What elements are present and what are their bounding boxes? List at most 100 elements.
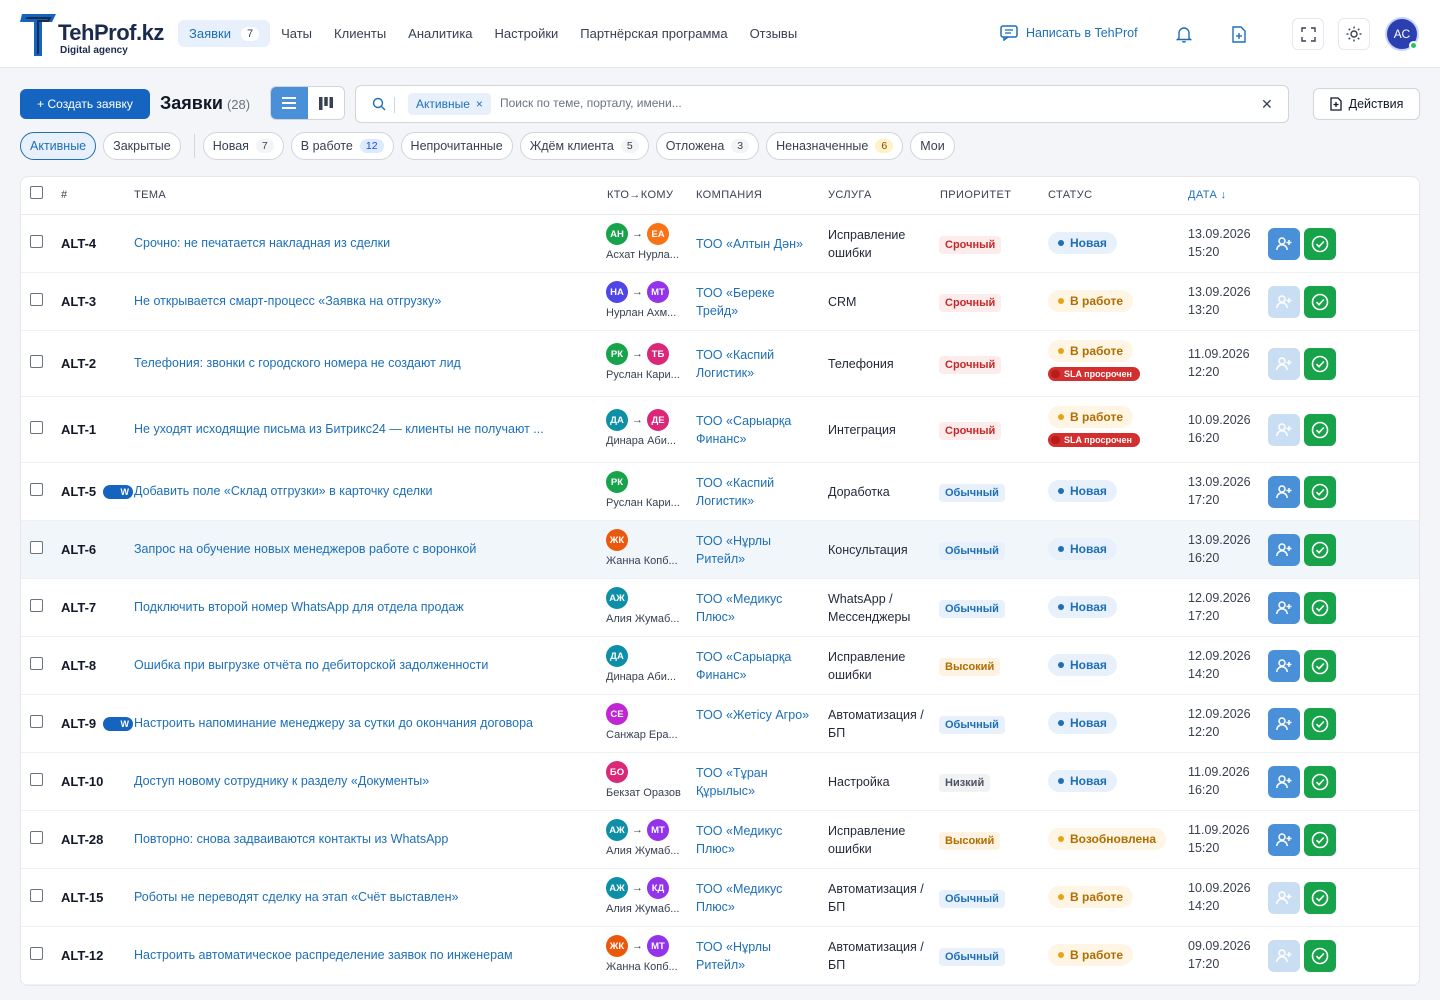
complete-button[interactable] xyxy=(1304,286,1336,318)
ticket-subject-link[interactable]: Телефония: звонки с городского номера не… xyxy=(134,356,461,370)
ticket-subject-link[interactable]: Настроить автоматическое распределение з… xyxy=(134,948,513,962)
clear-search-icon[interactable]: ✕ xyxy=(1261,96,1273,113)
nav-item-5[interactable]: Партнёрская программа xyxy=(569,20,738,47)
complete-button[interactable] xyxy=(1304,882,1336,914)
assignee-avatar[interactable]: МТ xyxy=(647,935,669,957)
company-link[interactable]: ТОО «Медикус Плюс» xyxy=(696,880,814,916)
tab-4[interactable]: Непрочитанные xyxy=(400,132,513,160)
remove-filter-icon[interactable]: × xyxy=(476,97,483,111)
row-checkbox[interactable] xyxy=(30,889,43,902)
tab-5[interactable]: Ждём клиента 5 xyxy=(519,132,649,160)
notifications-button[interactable] xyxy=(1168,18,1200,50)
company-link[interactable]: ТОО «Сарыарқа Финанс» xyxy=(696,648,814,684)
author-avatar[interactable]: АЖ xyxy=(606,819,628,841)
complete-button[interactable] xyxy=(1304,940,1336,972)
active-filter-chip[interactable]: Активные × xyxy=(408,93,491,115)
author-avatar[interactable]: АЖ xyxy=(606,587,628,609)
nav-item-1[interactable]: Чаты xyxy=(270,20,323,47)
assignee-avatar[interactable]: ДЕ xyxy=(647,409,669,431)
list-view-button[interactable] xyxy=(271,87,308,119)
row-checkbox[interactable] xyxy=(30,599,43,612)
company-link[interactable]: ТОО «Тұран Құрылыс» xyxy=(696,764,814,800)
status-badge[interactable]: В работе xyxy=(1048,886,1133,908)
tab-8[interactable]: Мои xyxy=(910,132,955,160)
assign-button[interactable] xyxy=(1268,766,1300,798)
table-row[interactable]: ALT-10 Доступ новому сотруднику к разделу… xyxy=(21,753,1419,811)
table-row[interactable]: ALT-15 Роботы не переводят сделку на этап… xyxy=(21,869,1419,927)
ticket-subject-link[interactable]: Роботы не переводят сделку на этап «Счёт… xyxy=(134,890,458,904)
ticket-subject-link[interactable]: Не открывается смарт-процесс «Заявка на … xyxy=(134,294,441,308)
company-link[interactable]: ТОО «Каспий Логистик» xyxy=(696,474,814,510)
ticket-id[interactable]: ALT-2 xyxy=(61,356,96,371)
tab-3[interactable]: В работе 12 xyxy=(290,132,394,160)
author-avatar[interactable]: АЖ xyxy=(606,877,628,899)
ticket-subject-link[interactable]: Доступ новому сотруднику к разделу «Доку… xyxy=(134,774,429,788)
row-checkbox[interactable] xyxy=(30,657,43,670)
complete-button[interactable] xyxy=(1304,650,1336,682)
ticket-subject-link[interactable]: Настроить напоминание менеджеру за сутки… xyxy=(134,716,533,730)
tab-7[interactable]: Неназначенные 6 xyxy=(766,132,904,160)
status-badge[interactable]: Возобновлена xyxy=(1048,828,1167,850)
fullscreen-button[interactable] xyxy=(1292,18,1324,50)
complete-button[interactable] xyxy=(1304,534,1336,566)
ticket-id[interactable]: ALT-1 xyxy=(61,422,96,437)
assign-button[interactable] xyxy=(1268,414,1300,446)
kanban-view-button[interactable] xyxy=(308,87,345,119)
assign-button[interactable] xyxy=(1268,650,1300,682)
author-avatar[interactable]: ДА xyxy=(606,409,628,431)
ticket-id[interactable]: ALT-12 xyxy=(61,948,103,963)
ticket-subject-link[interactable]: Запрос на обучение новых менеджеров рабо… xyxy=(134,542,476,556)
author-avatar[interactable]: НА xyxy=(606,281,628,303)
assign-button[interactable] xyxy=(1268,286,1300,318)
table-row[interactable]: ALT-12 Настроить автоматическое распредел… xyxy=(21,927,1419,985)
theme-toggle-button[interactable] xyxy=(1338,18,1370,50)
nav-item-2[interactable]: Клиенты xyxy=(323,20,397,47)
assign-button[interactable] xyxy=(1268,348,1300,380)
assignee-avatar[interactable]: КД xyxy=(647,877,669,899)
row-checkbox[interactable] xyxy=(30,421,43,434)
ticket-id[interactable]: ALT-7 xyxy=(61,600,96,615)
status-badge[interactable]: Новая xyxy=(1048,712,1117,734)
author-avatar[interactable]: СЕ xyxy=(606,703,628,725)
ticket-subject-link[interactable]: Добавить поле «Склад отгрузки» в карточк… xyxy=(134,484,433,498)
complete-button[interactable] xyxy=(1304,824,1336,856)
ticket-subject-link[interactable]: Подключить второй номер WhatsApp для отд… xyxy=(134,600,464,614)
search-input[interactable] xyxy=(500,96,1200,110)
brand-logo[interactable]: TehProf.kz Digital agency xyxy=(20,10,165,58)
assignee-avatar[interactable]: МТ xyxy=(647,281,669,303)
nav-item-6[interactable]: Отзывы xyxy=(739,20,809,47)
ticket-id[interactable]: ALT-3 xyxy=(61,294,96,309)
assignee-avatar[interactable]: ЕА xyxy=(647,223,669,245)
ticket-id[interactable]: ALT-9 xyxy=(61,716,96,731)
table-row[interactable]: ALT-5 W Добавить поле «Склад отгрузки» в к… xyxy=(21,463,1419,521)
company-link[interactable]: ТОО «Алтын Дән» xyxy=(696,235,814,253)
ticket-subject-link[interactable]: Не уходят исходящие письма из Битрикс24 … xyxy=(134,422,544,436)
ticket-id[interactable]: ALT-8 xyxy=(61,658,96,673)
row-checkbox[interactable] xyxy=(30,947,43,960)
row-checkbox[interactable] xyxy=(30,715,43,728)
company-link[interactable]: ТОО «Медикус Плюс» xyxy=(696,822,814,858)
assign-button[interactable] xyxy=(1268,592,1300,624)
assignee-avatar[interactable]: МТ xyxy=(647,819,669,841)
complete-button[interactable] xyxy=(1304,228,1336,260)
company-link[interactable]: ТОО «Нұрлы Ритейл» xyxy=(696,938,814,974)
ticket-id[interactable]: ALT-15 xyxy=(61,890,103,905)
status-badge[interactable]: Новая xyxy=(1048,654,1117,676)
status-badge[interactable]: Новая xyxy=(1048,538,1117,560)
author-avatar[interactable]: ЖК xyxy=(606,935,628,957)
row-checkbox[interactable] xyxy=(30,355,43,368)
create-ticket-button[interactable]: + Создать заявку xyxy=(20,89,150,119)
complete-button[interactable] xyxy=(1304,476,1336,508)
status-badge[interactable]: Новая xyxy=(1048,770,1117,792)
tab-1[interactable]: Закрытые xyxy=(103,132,181,160)
complete-button[interactable] xyxy=(1304,414,1336,446)
col-company[interactable]: КОМПАНИЯ xyxy=(696,189,762,201)
ticket-id[interactable]: ALT-5 xyxy=(61,484,96,499)
status-badge[interactable]: Новая xyxy=(1048,232,1117,254)
assign-button[interactable] xyxy=(1268,534,1300,566)
actions-button[interactable]: Действия xyxy=(1313,88,1420,120)
ticket-id[interactable]: ALT-28 xyxy=(61,832,103,847)
tab-0[interactable]: Активные xyxy=(20,132,97,160)
assign-button[interactable] xyxy=(1268,708,1300,740)
company-link[interactable]: ТОО «Сарыарқа Финанс» xyxy=(696,412,814,448)
